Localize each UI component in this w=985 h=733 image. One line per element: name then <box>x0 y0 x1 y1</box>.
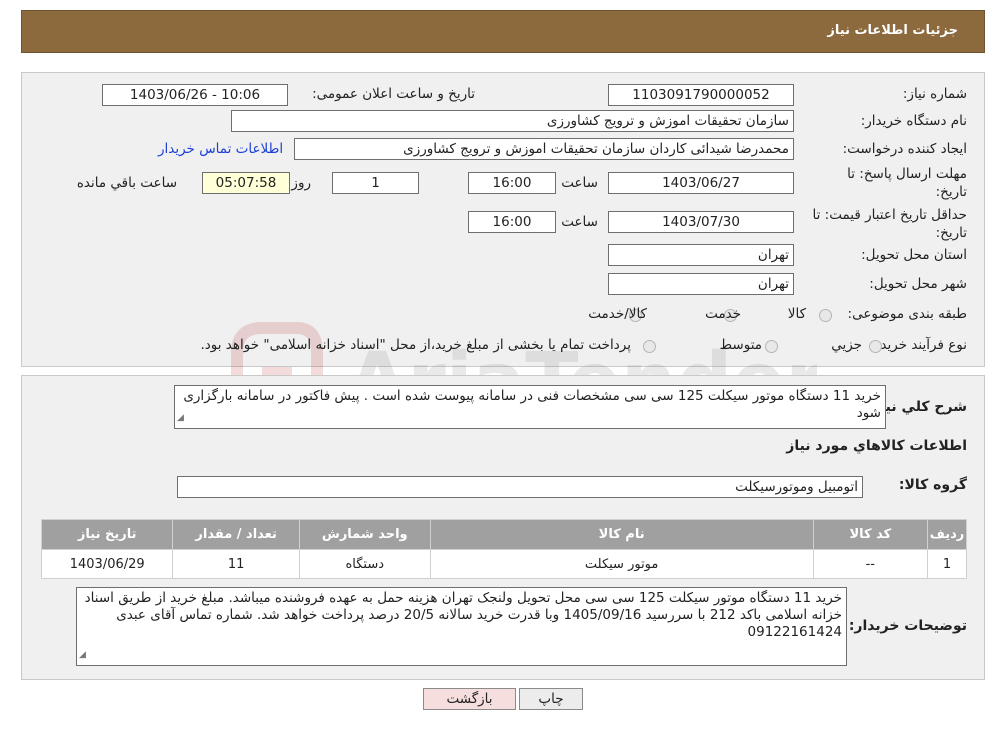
cell-quantity: 11 <box>172 549 300 579</box>
requester-label: ایجاد کننده درخواست: <box>842 141 967 157</box>
buyer-notes-text: خرید 11 دستگاه موتور سیکلت 125 سی سی محل… <box>84 590 842 640</box>
delivery-city-label: شهر محل تحویل: <box>869 276 967 292</box>
process-option-medium: متوسط <box>719 337 762 353</box>
buyer-notes-label: توضیحات خریدار: <box>848 618 967 634</box>
validity-date-field: 1403/07/30 <box>608 211 794 233</box>
cell-row: 1 <box>927 549 967 579</box>
back-button[interactable]: بازگشت <box>423 688 516 710</box>
table-header-row: تاريخ نياز تعداد / مقدار واحد شمارش نام … <box>40 519 967 550</box>
buyer-notes-textarea: خرید 11 دستگاه موتور سیکلت 125 سی سی محل… <box>76 587 847 666</box>
goods-group-label: گروه کالا: <box>898 477 967 493</box>
cell-code: -- <box>812 549 929 579</box>
process-radio-partial[interactable] <box>869 340 882 353</box>
col-date: تاريخ نياز <box>40 519 174 550</box>
delivery-province-label: استان محل تحویل: <box>861 247 967 263</box>
buyer-org-field: سازمان تحقیقات اموزش و ترویج کشاورزی <box>231 110 794 132</box>
table-row: 1403/06/29 11 دستگاه موتور سیکلت -- 1 <box>40 549 967 579</box>
delivery-city-field: تهران <box>608 273 794 295</box>
reply-time-label: ساعت <box>561 175 598 191</box>
remaining-time-field: 05:07:58 <box>202 172 290 194</box>
page-title: جزئیات اطلاعات نیاز <box>827 23 958 38</box>
cell-name: موتور سیکلت <box>429 549 814 579</box>
validity-time-field: 16:00 <box>468 211 556 233</box>
col-quantity: تعداد / مقدار <box>172 519 300 550</box>
resize-grip-icon[interactable]: ◢ <box>79 647 86 664</box>
summary-text: خرید 11 دستگاه موتور سیکلت 125 سی سی مشخ… <box>183 388 881 421</box>
resize-grip-icon[interactable]: ◢ <box>177 410 184 427</box>
col-name: نام کالا <box>429 519 814 550</box>
treasury-note: پرداخت تمام یا بخشی از مبلغ خرید،از محل … <box>200 337 631 353</box>
category-option-service: خدمت <box>705 306 741 322</box>
process-option-partial: جزيي <box>831 337 862 353</box>
page-header: جزئیات اطلاعات نیاز <box>21 10 985 53</box>
price-validity-label: حداقل تاریخ اعتبار قیمت: تا تاریخ: <box>812 207 967 241</box>
remaining-days-field: 1 <box>332 172 419 194</box>
need-number-field: 1103091790000052 <box>608 84 794 106</box>
category-label: طبقه بندی موضوعی: <box>847 306 967 322</box>
need-number-label: شماره نیاز: <box>902 86 967 102</box>
announce-datetime-field: 1403/06/26 - 10:06 <box>102 84 288 106</box>
goods-info-title: اطلاعات کالاهاي مورد نياز <box>786 438 967 454</box>
need-info-panel: AriaTender.neT شماره نیاز: 1103091790000… <box>21 72 985 427</box>
buyer-org-label: نام دستگاه خریدار: <box>860 113 967 129</box>
remaining-time-label: ساعت باقي مانده <box>76 175 177 191</box>
reply-date-field: 1403/06/27 <box>608 172 794 194</box>
print-button[interactable]: چاپ <box>519 688 583 710</box>
process-radio-medium[interactable] <box>765 340 778 353</box>
reply-deadline-label: مهلت ارسال پاسخ: تا تاریخ: <box>847 166 967 200</box>
cell-unit: دستگاه <box>298 549 431 579</box>
buyer-contact-link[interactable]: اطلاعات تماس خریدار <box>158 141 283 157</box>
category-option-goods: کالا <box>787 306 806 322</box>
category-radio-goods[interactable] <box>819 309 832 322</box>
delivery-province-field: تهران <box>608 244 794 266</box>
goods-table: تاريخ نياز تعداد / مقدار واحد شمارش نام … <box>40 519 967 579</box>
col-unit: واحد شمارش <box>298 519 431 550</box>
announce-datetime-label: تاریخ و ساعت اعلان عمومی: <box>312 86 475 102</box>
summary-textarea: خرید 11 دستگاه موتور سیکلت 125 سی سی مشخ… <box>174 385 886 429</box>
col-row: رديف <box>927 519 967 550</box>
requester-field: محمدرضا شیدائی کاردان سازمان تحقیقات امو… <box>294 138 794 160</box>
cell-date: 1403/06/29 <box>40 549 174 579</box>
col-code: کد کالا <box>812 519 929 550</box>
process-type-label: نوع فرآیند خرید : <box>871 337 967 353</box>
category-option-goods-service: کالا/خدمت <box>588 306 647 322</box>
process-radio-treasury[interactable] <box>643 340 656 353</box>
validity-time-label: ساعت <box>561 214 598 230</box>
reply-time-field: 16:00 <box>468 172 556 194</box>
goods-group-field: اتومبیل وموتورسیکلت <box>177 476 863 498</box>
need-details-panel: شرح کلي نياز: خرید 11 دستگاه موتور سیکلت… <box>21 375 985 680</box>
